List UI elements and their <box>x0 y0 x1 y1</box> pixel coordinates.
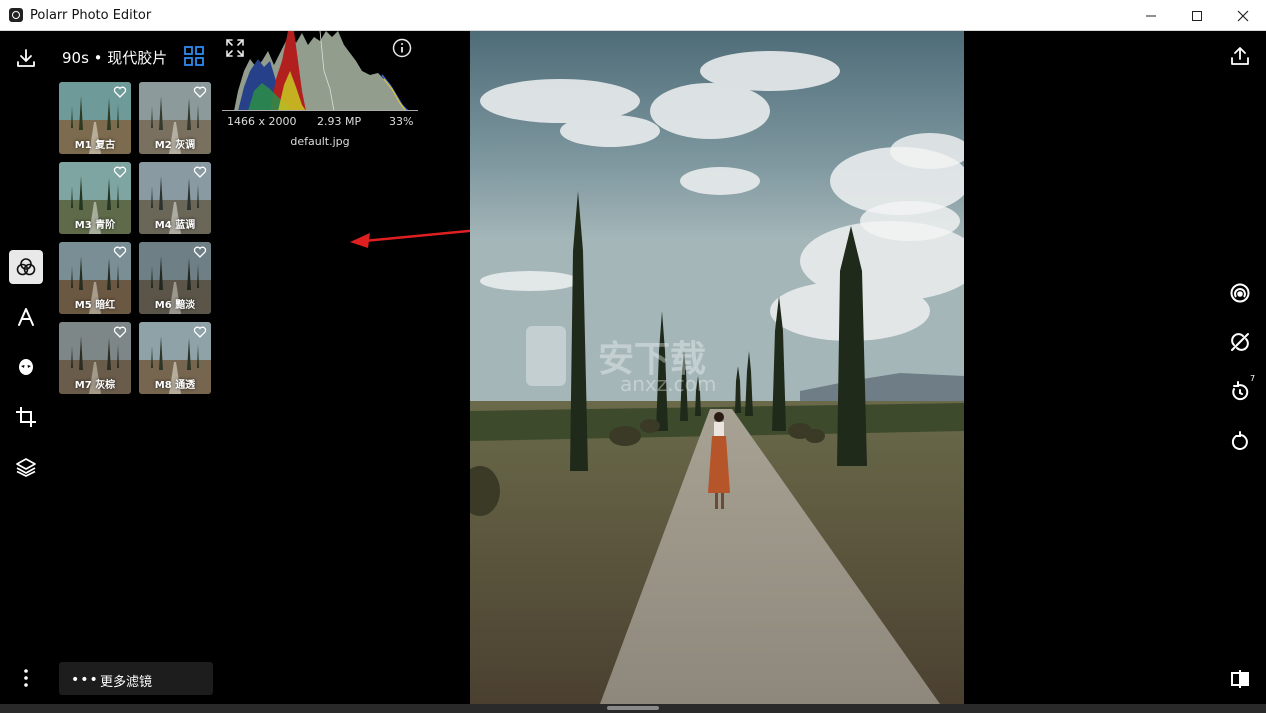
filters-tool-button[interactable] <box>9 250 43 284</box>
history-icon <box>1232 381 1249 401</box>
zoom-level: 33% <box>389 115 414 128</box>
filter-thumb-m2[interactable]: M2 灰调 <box>139 82 211 154</box>
filter-thumb-m1[interactable]: M1 复古 <box>59 82 131 154</box>
crop-icon <box>16 407 36 427</box>
filter-label: M6 黯淡 <box>154 300 196 311</box>
filter-label: M7 灰棕 <box>74 380 116 391</box>
filter-category-title[interactable]: 90s • 现代胶片 <box>62 47 167 68</box>
favorite-heart-icon[interactable] <box>193 325 207 339</box>
favorite-heart-icon[interactable] <box>193 85 207 99</box>
layers-tool-button[interactable] <box>9 450 43 484</box>
favorite-heart-icon[interactable] <box>193 165 207 179</box>
info-icon <box>392 38 412 58</box>
filter-label: M1 复古 <box>74 140 116 151</box>
grid-icon <box>184 46 204 66</box>
filter-thumb-m6[interactable]: M6 黯淡 <box>139 242 211 314</box>
file-name: default.jpg <box>290 135 350 148</box>
more-dots-icon: ••• <box>71 672 99 688</box>
maximize-button[interactable] <box>1174 0 1220 31</box>
share-icon <box>1231 47 1249 65</box>
compare-icon <box>1230 283 1250 303</box>
app-logo-icon <box>9 8 23 22</box>
minimize-icon <box>1146 15 1156 16</box>
minimize-button[interactable] <box>1128 0 1174 31</box>
maximize-icon <box>1192 10 1202 21</box>
filter-label: M4 蓝调 <box>154 220 196 231</box>
svg-text:anxz.com: anxz.com <box>620 372 716 396</box>
layers-icon <box>16 458 36 477</box>
download-button[interactable] <box>9 41 43 75</box>
hide-adjustments-button[interactable] <box>1226 328 1254 356</box>
share-button[interactable] <box>1226 42 1254 70</box>
filter-thumb-m7[interactable]: M7 灰棕 <box>59 322 131 394</box>
more-filters-label: 更多滤镜 <box>100 675 153 690</box>
history-button[interactable]: 7 <box>1226 374 1255 406</box>
image-info-button[interactable] <box>392 38 412 58</box>
image-megapixels: 2.93 MP <box>317 115 362 128</box>
face-tool-button[interactable] <box>9 350 43 384</box>
text-tool-button[interactable] <box>9 300 43 334</box>
filters-icon <box>16 258 36 276</box>
close-icon <box>1237 10 1249 21</box>
expand-icon <box>226 39 244 57</box>
more-vertical-icon <box>24 669 28 687</box>
favorite-heart-icon[interactable] <box>193 245 207 259</box>
filter-thumb-m3[interactable]: M3 青阶 <box>59 162 131 234</box>
text-icon <box>18 308 34 326</box>
compare-button[interactable] <box>1226 279 1254 307</box>
face-icon <box>19 359 33 375</box>
split-view-button[interactable] <box>1226 665 1254 693</box>
crop-tool-button[interactable] <box>9 400 43 434</box>
filter-label: M5 暗红 <box>74 300 116 311</box>
filter-label: M3 青阶 <box>74 220 116 231</box>
filter-thumb-m5[interactable]: M5 暗红 <box>59 242 131 314</box>
favorite-heart-icon[interactable] <box>113 85 127 99</box>
histogram <box>222 31 418 111</box>
split-view-icon <box>1231 670 1249 688</box>
history-count-badge: 7 <box>1250 374 1256 383</box>
reset-button[interactable] <box>1226 428 1254 456</box>
bottom-drawer-handle[interactable] <box>607 706 659 710</box>
more-options-button[interactable] <box>9 661 43 695</box>
close-button[interactable] <box>1220 0 1266 31</box>
filter-label: M8 通透 <box>154 380 196 391</box>
favorite-heart-icon[interactable] <box>113 165 127 179</box>
photo-canvas[interactable]: 安下载 anxz.com <box>470 31 964 704</box>
title-bar: Polarr Photo Editor <box>0 0 1266 31</box>
filter-thumb-m4[interactable]: M4 蓝调 <box>139 162 211 234</box>
favorite-heart-icon[interactable] <box>113 325 127 339</box>
more-filters-button[interactable]: ••• 更多滤镜 <box>59 662 213 695</box>
download-icon <box>17 49 35 67</box>
window-title: Polarr Photo Editor <box>30 8 152 23</box>
favorite-heart-icon[interactable] <box>113 245 127 259</box>
left-toolbar <box>0 31 52 704</box>
image-dimensions: 1466 x 2000 <box>227 115 297 128</box>
hide-adjustments-icon <box>1231 333 1249 351</box>
reset-icon <box>1231 431 1248 450</box>
expand-button[interactable] <box>225 38 245 58</box>
filter-label: M2 灰调 <box>154 140 196 151</box>
grid-view-toggle[interactable] <box>183 45 205 67</box>
filter-thumb-m8[interactable]: M8 通透 <box>139 322 211 394</box>
